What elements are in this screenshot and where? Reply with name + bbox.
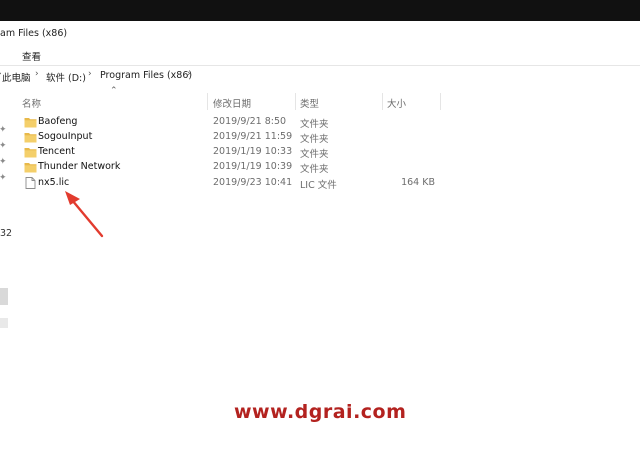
watermark-text: www.dgrai.com <box>234 401 407 423</box>
annotation-arrow-icon <box>65 191 104 238</box>
